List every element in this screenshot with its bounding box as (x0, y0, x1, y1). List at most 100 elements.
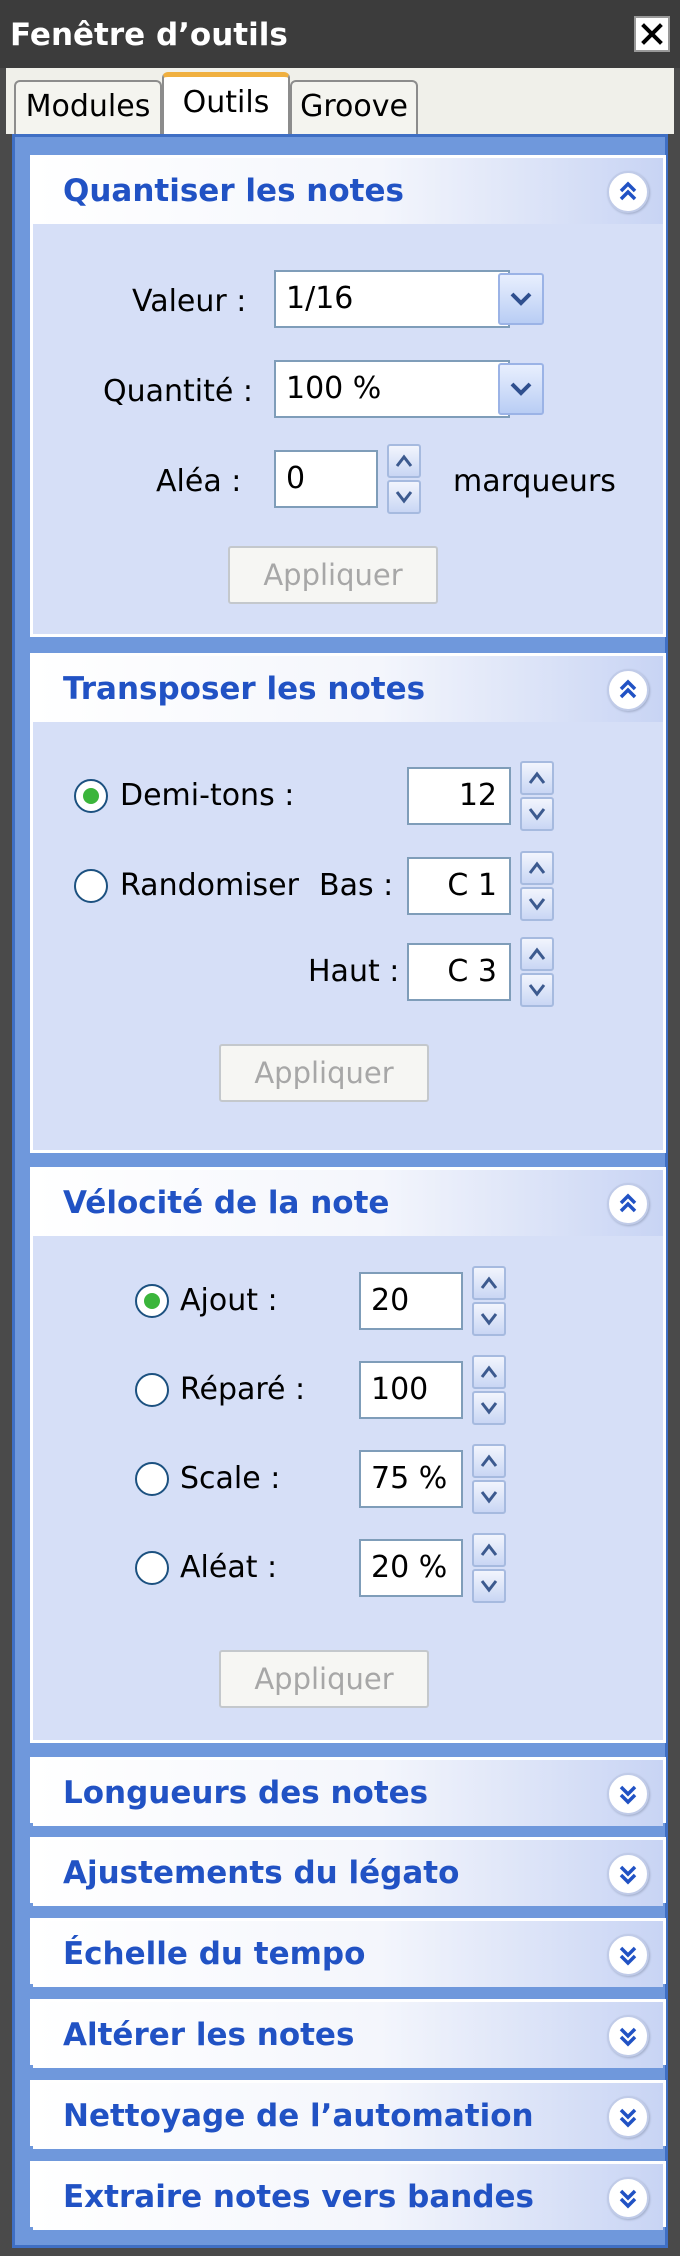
panel-extract-notes[interactable]: Extraire notes vers bandes (30, 2161, 666, 2230)
quantite-dropdown-button[interactable] (498, 363, 544, 415)
demitons-radio[interactable] (74, 779, 108, 813)
velocity-apply-button[interactable]: Appliquer (219, 1650, 429, 1708)
expand-button[interactable] (607, 1773, 649, 1815)
panel-header[interactable]: Altérer les notes (33, 2002, 663, 2068)
triangle-up-icon (480, 1454, 498, 1467)
panel-alter-notes[interactable]: Altérer les notes (30, 1999, 666, 2068)
alea-unit-label: marqueurs (453, 464, 616, 499)
tab-outils[interactable]: Outils (162, 72, 290, 134)
panel-quantize-header[interactable]: Quantiser les notes (33, 158, 663, 224)
expand-button[interactable] (607, 2177, 649, 2219)
chevron-double-down-icon (619, 2189, 637, 2209)
panel-title: Longueurs des notes (63, 1775, 429, 1811)
ajout-input[interactable]: 20 (359, 1272, 463, 1330)
valeur-dropdown-button[interactable] (498, 273, 544, 325)
triangle-down-icon (480, 1491, 498, 1504)
panel-velocity: Vélocité de la note Ajout : 20 Réparé : … (30, 1167, 666, 1743)
demitons-stepper (520, 761, 554, 831)
quantite-select[interactable]: 100 % (274, 360, 510, 418)
aleat-increment[interactable] (472, 1533, 506, 1567)
expand-button[interactable] (607, 1853, 649, 1895)
panel-header[interactable]: Échelle du tempo (33, 1921, 663, 1987)
quantize-apply-button[interactable]: Appliquer (228, 546, 438, 604)
repare-decrement[interactable] (472, 1391, 506, 1425)
ajout-decrement[interactable] (472, 1302, 506, 1336)
triangle-down-icon (480, 1313, 498, 1326)
aleat-label: Aléat : (180, 1550, 278, 1585)
title-bar: Fenêtre d’outils (0, 0, 680, 68)
repare-input[interactable]: 100 (359, 1361, 463, 1419)
alea-increment[interactable] (387, 444, 421, 478)
scale-input[interactable]: 75 % (359, 1450, 463, 1508)
ajout-increment[interactable] (472, 1266, 506, 1300)
chevron-double-up-icon (619, 679, 637, 699)
haut-stepper (520, 937, 554, 1007)
valeur-label: Valeur : (132, 284, 247, 319)
scale-label: Scale : (180, 1461, 281, 1496)
triangle-up-icon (528, 947, 546, 960)
panel-header[interactable]: Nettoyage de l’automation (33, 2083, 663, 2149)
window-title: Fenêtre d’outils (10, 17, 288, 53)
panel-transpose-header[interactable]: Transposer les notes (33, 656, 663, 722)
triangle-down-icon (395, 491, 413, 504)
demitons-input[interactable]: 12 (407, 767, 511, 825)
tab-groove[interactable]: Groove (290, 80, 418, 134)
aleat-decrement[interactable] (472, 1569, 506, 1603)
randomiser-label: Randomiser (120, 868, 299, 903)
bas-stepper (520, 851, 554, 921)
haut-input[interactable]: C 3 (407, 943, 511, 1001)
ajout-radio[interactable] (135, 1284, 169, 1318)
ajout-label: Ajout : (180, 1283, 278, 1318)
panel-automation-cleanup[interactable]: Nettoyage de l’automation (30, 2080, 666, 2149)
collapse-button[interactable] (607, 1183, 649, 1225)
tools-content: Quantiser les notes Valeur : 1/16 Quanti… (12, 134, 668, 2248)
bas-label: Bas : (319, 868, 394, 903)
panel-title: Altérer les notes (63, 2017, 355, 2053)
chevron-double-down-icon (619, 1865, 637, 1885)
triangle-up-icon (480, 1365, 498, 1378)
alea-decrement[interactable] (387, 480, 421, 514)
repare-radio[interactable] (135, 1373, 169, 1407)
chevron-double-down-icon (619, 1785, 637, 1805)
triangle-up-icon (480, 1276, 498, 1289)
tab-strip: Modules Groove Outils (6, 68, 674, 134)
collapse-button[interactable] (607, 669, 649, 711)
haut-decrement[interactable] (520, 973, 554, 1007)
randomiser-radio[interactable] (74, 869, 108, 903)
transpose-apply-button[interactable]: Appliquer (219, 1044, 429, 1102)
bas-input[interactable]: C 1 (407, 857, 511, 915)
triangle-down-icon (528, 984, 546, 997)
panel-note-lengths[interactable]: Longueurs des notes (30, 1757, 666, 1826)
panel-legato[interactable]: Ajustements du légato (30, 1837, 666, 1906)
demitons-increment[interactable] (520, 761, 554, 795)
alea-input[interactable]: 0 (274, 450, 378, 508)
aleat-input[interactable]: 20 % (359, 1539, 463, 1597)
panel-header[interactable]: Longueurs des notes (33, 1760, 663, 1826)
close-button[interactable] (634, 16, 670, 52)
tab-modules[interactable]: Modules (14, 80, 162, 134)
panel-header[interactable]: Ajustements du légato (33, 1840, 663, 1906)
scale-radio[interactable] (135, 1462, 169, 1496)
panel-velocity-header[interactable]: Vélocité de la note (33, 1170, 663, 1236)
panel-tempo-scale[interactable]: Échelle du tempo (30, 1918, 666, 1987)
scale-decrement[interactable] (472, 1480, 506, 1514)
bas-increment[interactable] (520, 851, 554, 885)
chevron-double-up-icon (619, 1193, 637, 1213)
triangle-down-icon (480, 1580, 498, 1593)
expand-button[interactable] (607, 1934, 649, 1976)
repare-label: Réparé : (180, 1372, 306, 1407)
repare-increment[interactable] (472, 1355, 506, 1389)
panel-header[interactable]: Extraire notes vers bandes (33, 2164, 663, 2230)
repare-stepper (472, 1355, 506, 1425)
collapse-button[interactable] (607, 171, 649, 213)
bas-decrement[interactable] (520, 887, 554, 921)
aleat-radio[interactable] (135, 1551, 169, 1585)
scale-increment[interactable] (472, 1444, 506, 1478)
expand-button[interactable] (607, 2096, 649, 2138)
triangle-up-icon (395, 454, 413, 467)
demitons-decrement[interactable] (520, 797, 554, 831)
close-icon (641, 23, 663, 45)
expand-button[interactable] (607, 2015, 649, 2057)
haut-increment[interactable] (520, 937, 554, 971)
valeur-select[interactable]: 1/16 (274, 270, 510, 328)
